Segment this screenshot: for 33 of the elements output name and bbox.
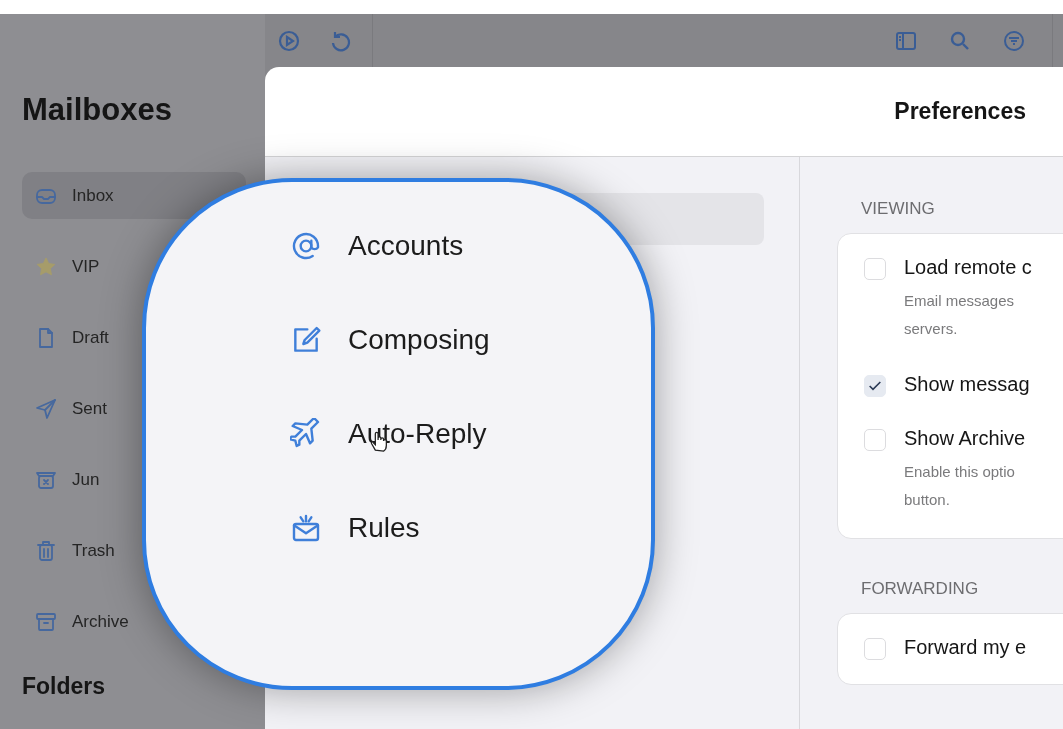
section-title: Folders bbox=[22, 673, 107, 700]
preferences-nav-item[interactable]: Accounts bbox=[290, 220, 651, 272]
preferences-nav-item[interactable]: Rules bbox=[290, 502, 651, 554]
checkbox[interactable] bbox=[864, 375, 886, 397]
mailbox-item[interactable]: Inbox bbox=[22, 172, 246, 219]
mailbox-item[interactable]: Jun bbox=[22, 456, 104, 503]
checkbox[interactable] bbox=[864, 429, 886, 451]
mailbox-item[interactable]: Trash bbox=[22, 527, 119, 574]
section-heading: VIEWING bbox=[861, 199, 936, 219]
trash-icon bbox=[34, 538, 58, 563]
preferences-nav-item[interactable]: Auto-Reply bbox=[290, 408, 651, 460]
sidebar-title: Mailboxes bbox=[22, 92, 173, 128]
option-label: Show messag bbox=[904, 373, 1030, 396]
section-heading: FORWARDING bbox=[861, 579, 980, 599]
envelope-rules-icon bbox=[290, 512, 322, 544]
option-description: Email messages servers. bbox=[904, 291, 1016, 339]
filter-icon[interactable] bbox=[1002, 28, 1026, 53]
option-label: Load remote c bbox=[904, 256, 1032, 279]
mailbox-item[interactable]: Archive bbox=[22, 598, 133, 645]
preferences-nav-item[interactable]: Composing bbox=[290, 314, 651, 366]
mailbox-item[interactable]: Sent bbox=[22, 385, 111, 432]
mailbox-item[interactable]: Draft bbox=[22, 314, 113, 361]
airplane-icon bbox=[290, 418, 322, 450]
option-label: Forward my e bbox=[904, 636, 1027, 659]
checkbox[interactable] bbox=[864, 638, 886, 660]
at-sign-icon bbox=[290, 230, 322, 262]
mailbox-item[interactable]: VIP bbox=[22, 243, 104, 290]
option-description: Enable this optio button. bbox=[904, 462, 1016, 510]
play-circle-icon[interactable] bbox=[277, 28, 301, 53]
option-label: Show Archive bbox=[904, 427, 1026, 450]
checkbox[interactable] bbox=[864, 258, 886, 280]
paper-plane-icon bbox=[34, 396, 58, 421]
preferences-title: Preferences bbox=[894, 98, 1026, 125]
